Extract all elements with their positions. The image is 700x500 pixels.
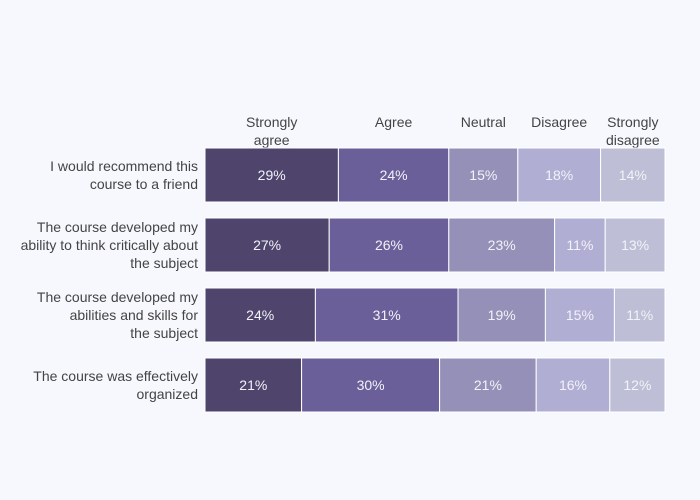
legend-item: Agree [375,114,413,130]
legend-item: Strongly agree [246,114,297,148]
segment-value-label: 24% [380,167,408,183]
segment-value-label: 12% [623,377,651,393]
segment-value-label: 21% [474,377,502,393]
category-label: The course developed my ability to think … [21,219,199,271]
stacked-bar-chart: Strongly agree Agree Neutral Disagree Strongl… [21,114,666,413]
legend-item: Disagree [531,114,587,130]
category-label: I would recommend this course to a friend [50,158,198,192]
segment-value-label: 11% [626,307,653,323]
segment-value-label: 18% [545,167,573,183]
segment-value-label: 29% [258,167,286,183]
segment-value-label: 11% [566,237,593,253]
segment-value-label: 13% [621,237,649,253]
segment-value-label: 16% [559,377,587,393]
segment-value-label: 19% [488,307,516,323]
segment-value-label: 24% [246,307,274,323]
segment-value-label: 23% [488,237,516,253]
segment-value-label: 30% [357,377,385,393]
segment-value-label: 14% [619,167,647,183]
category-label: The course was effectively organized [33,368,198,402]
bars [204,147,666,413]
legend-item: Strongly disagree [606,114,660,148]
segment-value-label: 15% [469,167,497,183]
category-labels: I would recommend this course to a friend… [21,158,199,402]
segment-value-label: 26% [375,237,403,253]
legend-item: Neutral [461,114,506,130]
segment-value-label: 31% [373,307,401,323]
legend: Strongly agree Agree Neutral Disagree Strongl… [246,114,660,148]
category-label: The course developed my abilities and ski… [37,289,198,341]
segment-value-label: 21% [239,377,267,393]
segment-value-label: 27% [253,237,281,253]
segment-value-label: 15% [566,307,594,323]
